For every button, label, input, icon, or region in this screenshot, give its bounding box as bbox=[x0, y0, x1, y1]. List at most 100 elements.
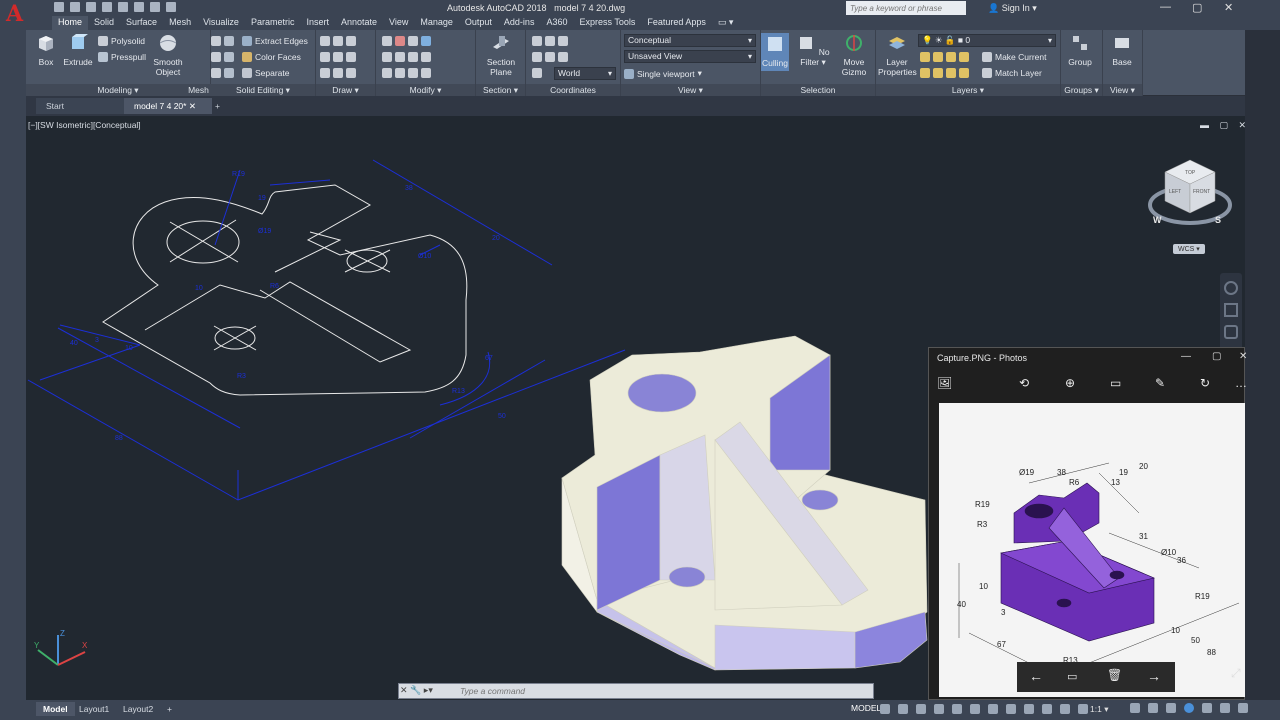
layer-properties-button[interactable]: Layer Properties bbox=[878, 33, 917, 77]
layer-dropdown[interactable]: 💡 ☀ 🔓 ■ 0 bbox=[918, 34, 1056, 47]
solid-model[interactable] bbox=[561, 335, 928, 671]
lineweight-icon[interactable] bbox=[988, 704, 998, 714]
command-line-buttons[interactable]: ✕ 🔧 ▸▾ bbox=[400, 685, 433, 696]
panel-title-view[interactable]: View ▾ bbox=[621, 84, 760, 96]
extract-edges-button[interactable]: Extract Edges bbox=[242, 36, 308, 46]
previous-arrow-icon[interactable]: ← bbox=[1029, 668, 1043, 684]
polar-icon[interactable] bbox=[934, 704, 944, 714]
polyline-icon[interactable] bbox=[333, 36, 343, 46]
delete-icon[interactable]: 🗑 bbox=[1107, 668, 1122, 682]
line-icon[interactable] bbox=[320, 36, 330, 46]
save-as-icon[interactable] bbox=[102, 2, 112, 12]
annotation-monitor-icon[interactable] bbox=[1148, 703, 1158, 713]
transparency-icon[interactable] bbox=[1006, 704, 1016, 714]
region-icon[interactable] bbox=[333, 68, 343, 78]
layer-unlock-icon[interactable] bbox=[959, 68, 969, 78]
command-input[interactable] bbox=[460, 685, 760, 697]
maximize-button[interactable]: ▢ bbox=[1192, 1, 1202, 14]
customize-command-icon[interactable]: 🔧 bbox=[410, 685, 421, 695]
culling-button[interactable]: Culling bbox=[761, 33, 789, 71]
mirror-icon[interactable] bbox=[408, 52, 418, 62]
union-icon[interactable] bbox=[211, 36, 221, 46]
ribbon-tab-annotate[interactable]: Annotate bbox=[335, 16, 383, 30]
hatch-icon[interactable] bbox=[346, 68, 356, 78]
named-view-dropdown[interactable]: Unsaved View bbox=[624, 50, 756, 63]
make-current-button[interactable]: Make Current bbox=[982, 52, 1047, 62]
zoom-icon[interactable]: ⊕ bbox=[1065, 376, 1075, 390]
zoom-extents-icon[interactable] bbox=[1224, 325, 1238, 339]
ucs-x-icon[interactable] bbox=[545, 52, 555, 62]
isolate-objects-icon[interactable] bbox=[1184, 703, 1194, 713]
ribbon-tab-options-icon[interactable]: ▭ ▾ bbox=[712, 16, 740, 30]
snap-icon[interactable] bbox=[898, 704, 908, 714]
layout-tab-layout2[interactable]: Layout2 bbox=[116, 702, 160, 716]
grid-icon[interactable] bbox=[880, 704, 890, 714]
photos-close-button[interactable]: ✕ bbox=[1239, 351, 1247, 362]
panel-title-modify[interactable]: Modify ▾ bbox=[376, 84, 475, 96]
ucs-y-icon[interactable] bbox=[558, 52, 568, 62]
navigation-bar[interactable] bbox=[1220, 273, 1242, 353]
close-tab-icon[interactable]: ✕ bbox=[189, 101, 196, 111]
panel-title-coordinates[interactable]: Coordinates bbox=[526, 84, 620, 96]
panel-title-layers[interactable]: Layers ▾ bbox=[876, 84, 1060, 96]
dynamic-ucs-icon[interactable] bbox=[1060, 704, 1070, 714]
viewport-config-button[interactable]: Single viewport ▾ bbox=[624, 68, 702, 79]
copy-icon[interactable] bbox=[382, 68, 392, 78]
array-icon[interactable] bbox=[421, 36, 431, 46]
rotate-icon[interactable]: ↻ bbox=[1200, 376, 1210, 390]
next-arrow-icon[interactable]: → bbox=[1147, 668, 1161, 684]
rectangle-icon[interactable] bbox=[333, 52, 343, 62]
arc-icon[interactable] bbox=[346, 36, 356, 46]
slideshow-button-icon[interactable]: ▭ bbox=[1067, 670, 1077, 683]
see-all-photos-icon[interactable]: 🖼 bbox=[937, 376, 952, 390]
ucs-3point-icon[interactable] bbox=[532, 52, 542, 62]
slideshow-icon[interactable]: ▭ bbox=[1110, 376, 1121, 390]
ribbon-tab-a360[interactable]: A360 bbox=[540, 16, 573, 30]
add-layout-button[interactable]: + bbox=[160, 702, 179, 716]
interfere-icon[interactable] bbox=[224, 68, 234, 78]
wcs-menu[interactable]: WCS ▾ bbox=[1173, 244, 1205, 254]
share-icon[interactable]: ⟲ bbox=[1019, 376, 1029, 390]
ribbon-tab-home[interactable]: Home bbox=[52, 16, 89, 30]
close-command-icon[interactable]: ✕ bbox=[400, 685, 408, 695]
search-input[interactable] bbox=[846, 1, 966, 15]
units-icon[interactable] bbox=[1166, 703, 1176, 713]
ribbon-tab-parametric[interactable]: Parametric bbox=[245, 16, 301, 30]
fullscreen-icon[interactable]: ⤢ bbox=[1231, 666, 1241, 681]
annotation-scale[interactable]: 1:1 ▾ bbox=[1090, 704, 1108, 715]
box-button[interactable]: Box bbox=[31, 33, 61, 67]
ucs-dropdown[interactable]: World bbox=[554, 67, 616, 80]
explode-icon[interactable] bbox=[421, 68, 431, 78]
ucs-origin-icon[interactable] bbox=[545, 36, 555, 46]
minimize-button[interactable]: — bbox=[1160, 1, 1171, 13]
compass-s-label[interactable]: S bbox=[1215, 215, 1221, 225]
ortho-icon[interactable] bbox=[916, 704, 926, 714]
erase-icon[interactable] bbox=[408, 68, 418, 78]
annotation-icon[interactable] bbox=[1078, 704, 1088, 714]
layer-unisolate-icon[interactable] bbox=[933, 68, 943, 78]
subtract-icon[interactable] bbox=[211, 52, 221, 62]
match-layer-button[interactable]: Match Layer bbox=[982, 68, 1042, 78]
polygon-icon[interactable] bbox=[320, 68, 330, 78]
viewport-controls-label[interactable]: [−][SW Isometric][Conceptual] bbox=[28, 120, 141, 130]
rotate-icon[interactable] bbox=[395, 36, 405, 46]
osnap-icon[interactable] bbox=[952, 704, 962, 714]
sign-in-link[interactable]: 👤 Sign In ▾ bbox=[988, 3, 1037, 14]
photos-maximize-button[interactable]: ▢ bbox=[1212, 351, 1221, 362]
photos-window[interactable]: Capture.PNG - Photos — ▢ ✕ 🖼 ⟲ ⊕ ▭ ✎ ↻ … bbox=[928, 347, 1247, 700]
file-tab-model[interactable]: model 7 4 20* ✕ bbox=[124, 98, 212, 114]
ucs-world-icon[interactable] bbox=[532, 68, 542, 78]
close-button[interactable]: ✕ bbox=[1224, 1, 1233, 14]
separate-button[interactable]: Separate bbox=[242, 68, 290, 78]
smooth-object-button[interactable]: Smooth Object bbox=[151, 33, 185, 77]
slice-icon[interactable] bbox=[224, 52, 234, 62]
ellipse-icon[interactable] bbox=[346, 52, 356, 62]
ribbon-tab-add-ins[interactable]: Add-ins bbox=[498, 16, 541, 30]
ribbon-tab-surface[interactable]: Surface bbox=[120, 16, 163, 30]
customization-icon[interactable] bbox=[1238, 703, 1248, 713]
polysolid-button[interactable]: Polysolid bbox=[98, 36, 145, 46]
ucs-icon[interactable] bbox=[532, 36, 542, 46]
new-tab-button[interactable]: + bbox=[210, 98, 230, 114]
application-menu-button[interactable]: A bbox=[0, 0, 52, 30]
layer-isolate-icon[interactable] bbox=[933, 52, 943, 62]
